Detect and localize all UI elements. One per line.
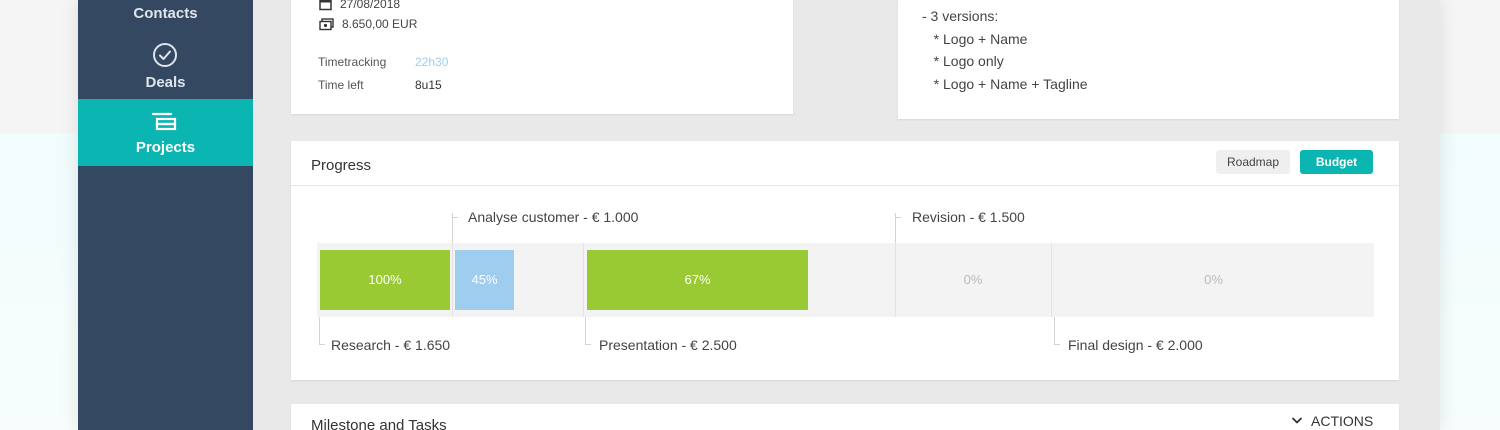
sidebar-item-label: Projects	[135, 139, 196, 156]
roadmap-button[interactable]: Roadmap	[1216, 150, 1290, 174]
segment-divider	[1051, 243, 1052, 317]
timetracking-label: Timetracking	[318, 55, 387, 69]
amount-row: 8.650,00 EUR	[319, 17, 417, 31]
actions-dropdown[interactable]: ACTIONS	[1291, 413, 1373, 429]
milestone-connector	[585, 344, 591, 345]
milestone-connector	[895, 217, 901, 218]
money-icon	[319, 17, 334, 30]
milestone-label-revision: Revision - € 1.500	[912, 209, 1025, 225]
project-info-card: 27/08/2018 8.650,00 EUR Timetracking 22h…	[291, 0, 793, 114]
description-line: * Logo + Name	[922, 31, 1028, 47]
amount-value: 8.650,00 EUR	[342, 17, 418, 31]
milestone-label-research: Research - € 1.650	[331, 337, 451, 353]
milestone-bar-final-design[interactable]: 0%	[1053, 250, 1374, 310]
sidebar: Contacts Deals Projects	[78, 0, 253, 430]
segment-divider	[452, 243, 453, 317]
header-divider	[291, 185, 1399, 186]
milestone-connector	[585, 317, 586, 345]
description-line: * Logo only	[922, 53, 1004, 69]
segment-divider	[895, 243, 896, 317]
sidebar-item-projects[interactable]: Projects	[78, 99, 253, 166]
actions-label: ACTIONS	[1311, 413, 1374, 429]
sidebar-item-label: Deals	[145, 74, 186, 91]
due-date-row: 27/08/2018	[319, 0, 400, 11]
progress-track: 100% 45% 67% 0% 0%	[317, 243, 1374, 317]
budget-button[interactable]: Budget	[1300, 150, 1373, 174]
milestone-label-final-design: Final design - € 2.000	[1068, 337, 1203, 353]
description-line: * Logo + Name + Tagline	[922, 76, 1088, 92]
due-date: 27/08/2018	[340, 0, 401, 11]
calendar-icon	[319, 0, 332, 10]
sidebar-item-contacts[interactable]: Contacts	[78, 0, 253, 34]
description-card: - 3 versions: * Logo + Name * Logo only …	[898, 0, 1399, 119]
milestones-title: Milestone and Tasks	[311, 417, 447, 430]
description-line: - 3 versions:	[922, 8, 999, 24]
segment-divider	[583, 243, 584, 317]
milestone-connector	[452, 217, 458, 218]
progress-title: Progress	[311, 157, 372, 174]
check-circle-icon	[152, 42, 178, 72]
milestone-percent: 67%	[684, 272, 711, 287]
chevron-down-icon	[1292, 417, 1302, 424]
sidebar-item-deals[interactable]: Deals	[78, 34, 253, 99]
milestone-label-analyse: Analyse customer - € 1.000	[468, 209, 639, 225]
milestone-label-presentation: Presentation - € 2.500	[599, 337, 737, 353]
milestone-bar-analyse[interactable]: 45%	[455, 250, 514, 310]
projects-icon	[151, 111, 179, 137]
time-left-value: 8u15	[415, 78, 442, 92]
progress-card: Progress Roadmap Budget Analyse customer…	[291, 141, 1399, 380]
milestone-percent: 100%	[368, 272, 402, 287]
milestone-bar-revision[interactable]: 0%	[897, 250, 1049, 310]
milestone-connector	[1054, 344, 1060, 345]
milestone-percent: 45%	[471, 272, 498, 287]
time-left-label: Time left	[318, 78, 364, 92]
app-window: Contacts Deals Projects 27/08/2018 8.650…	[78, 0, 1440, 430]
sidebar-item-label: Contacts	[133, 5, 198, 22]
milestone-connector	[1054, 317, 1055, 345]
milestone-bar-research[interactable]: 100%	[320, 250, 450, 310]
milestone-percent: 0%	[1204, 272, 1223, 287]
milestone-connector	[319, 344, 325, 345]
milestone-percent: 0%	[963, 272, 983, 287]
milestones-card: Milestone and Tasks ACTIONS	[291, 404, 1399, 430]
milestone-bar-presentation[interactable]: 67%	[587, 250, 808, 310]
milestone-connector	[319, 317, 320, 345]
timetracking-value[interactable]: 22h30	[415, 55, 448, 69]
